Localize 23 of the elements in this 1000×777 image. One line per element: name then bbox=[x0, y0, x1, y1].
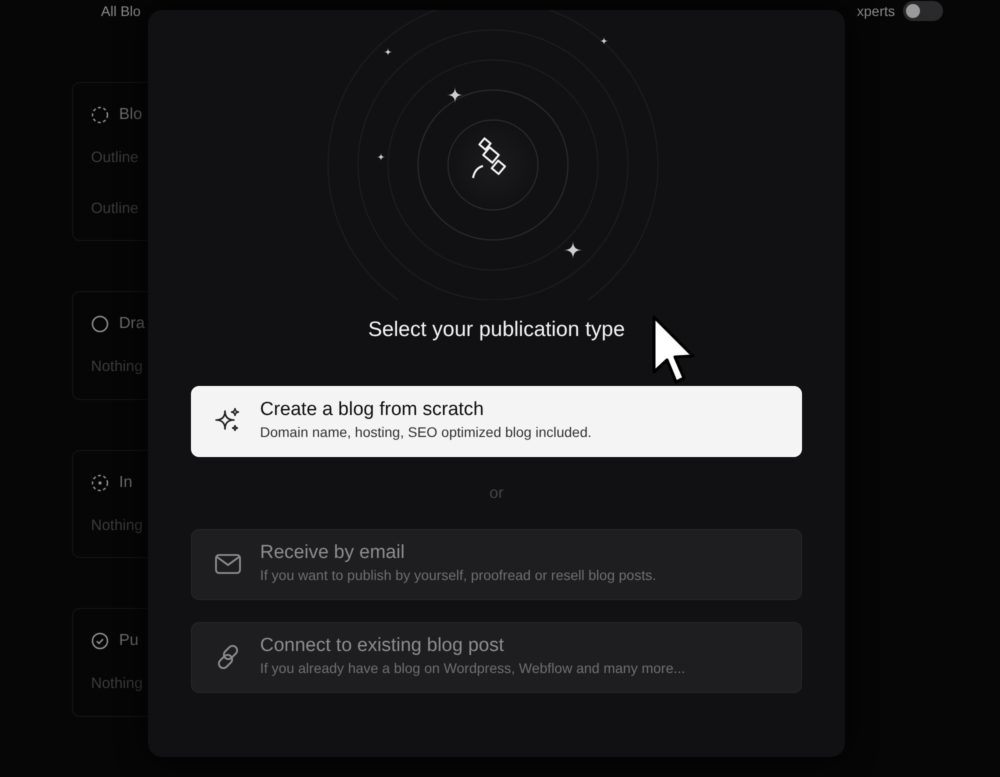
option-button[interactable]: Connect to existing blog post If you already have a blog on Wordpress, Webflow and many more... bbox=[191, 622, 802, 692]
column-title: In bbox=[119, 472, 132, 492]
option-button[interactable]: Receive by email If you want to publish by yourself, proofread or resell blog posts. bbox=[191, 528, 802, 600]
option-title: Receive by email bbox=[260, 542, 406, 565]
option-button[interactable]: Create a blog from scratch Domain name, hosting, SEO optimized blog included. bbox=[191, 386, 802, 456]
toggle-switch[interactable] bbox=[903, 1, 943, 21]
option-title: Connect to existing blog post bbox=[260, 635, 505, 658]
tab-label[interactable]: All Blo bbox=[101, 0, 141, 22]
option-title: Create a blog from scratch bbox=[260, 399, 485, 422]
column-title: Blo bbox=[119, 105, 142, 125]
dashed-circle-icon bbox=[91, 474, 109, 492]
toggle-label: xperts bbox=[856, 2, 895, 21]
mouse-pointer-icon bbox=[651, 314, 697, 386]
column-title: Dra bbox=[119, 314, 145, 334]
option-description: If you already have a blog on Wordpress, Webflow and many more... bbox=[260, 658, 686, 678]
dialog-title: Select your publication type bbox=[367, 317, 626, 343]
option-description: Domain name, hosting, SEO optimized blog included. bbox=[260, 422, 592, 442]
dashed-circle-icon bbox=[91, 106, 109, 124]
column-title: Pu bbox=[119, 631, 139, 651]
option-description: If you want to publish by yourself, proofread or resell blog posts. bbox=[260, 566, 656, 585]
satellite-icon bbox=[472, 137, 506, 178]
circle-icon bbox=[91, 315, 109, 333]
check-circle-icon bbox=[91, 632, 109, 650]
